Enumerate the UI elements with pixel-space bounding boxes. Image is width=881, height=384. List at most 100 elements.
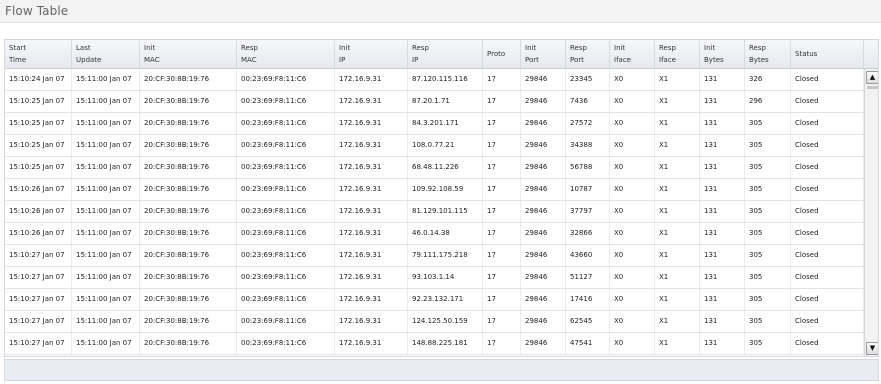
table-row[interactable]: 15:10:25 Jan 07 15:11:00 Jan 07 20:CF:30:8… bbox=[5, 113, 865, 135]
column-header-rbytes[interactable]: Resp Bytes bbox=[745, 40, 791, 69]
table-row[interactable]: 15:10:25 Jan 07 15:11:00 Jan 07 20:CF:30:8… bbox=[5, 91, 865, 113]
cell-iip: 172.16.9.31 bbox=[335, 289, 408, 310]
column-header-label: Iface bbox=[659, 56, 676, 64]
cell-iport: 29846 bbox=[521, 179, 566, 200]
cell-rport: 17416 bbox=[566, 289, 610, 310]
cell-rbytes: 305 bbox=[745, 223, 791, 244]
column-header-label: Bytes bbox=[704, 56, 724, 64]
table-row[interactable]: 15:10:26 Jan 07 15:11:00 Jan 07 20:CF:30:8… bbox=[5, 179, 865, 201]
cell-iip: 172.16.9.31 bbox=[335, 179, 408, 200]
table-row[interactable]: 15:10:27 Jan 07 15:11:00 Jan 07 20:CF:30:8… bbox=[5, 267, 865, 289]
table-row[interactable]: 15:10:27 Jan 07 15:11:00 Jan 07 20:CF:30:8… bbox=[5, 289, 865, 311]
cell-status: Closed bbox=[791, 201, 864, 222]
cell-iport: 29846 bbox=[521, 267, 566, 288]
cell-riface: X1 bbox=[655, 245, 700, 266]
cell-start: 15:10:25 Jan 07 bbox=[5, 113, 72, 134]
cell-ibytes: 131 bbox=[700, 267, 745, 288]
cell-iport: 29846 bbox=[521, 91, 566, 112]
cell-rip: 109.92.108.59 bbox=[408, 179, 483, 200]
cell-last: 15:11:00 Jan 07 bbox=[72, 113, 140, 134]
cell-rbytes: 326 bbox=[745, 69, 791, 90]
column-header-rmac[interactable]: Resp MAC bbox=[237, 40, 335, 69]
cell-rport: 47541 bbox=[566, 333, 610, 354]
cell-last: 15:11:00 Jan 07 bbox=[72, 289, 140, 310]
cell-start: 15:10:26 Jan 07 bbox=[5, 179, 72, 200]
table-row[interactable]: 15:10:27 Jan 07 15:11:00 Jan 07 20:CF:30:8… bbox=[5, 311, 865, 333]
cell-iiface: X0 bbox=[610, 267, 655, 288]
column-header-label: Init bbox=[339, 44, 351, 52]
scroll-down-icon[interactable]: ▼ bbox=[866, 342, 878, 355]
table-header: Start Time Last Update Init MAC Resp MAC Init IP R… bbox=[5, 40, 878, 69]
cell-iport: 29846 bbox=[521, 69, 566, 90]
cell-status: Closed bbox=[791, 179, 864, 200]
table-row[interactable]: 15:10:26 Jan 07 15:11:00 Jan 07 20:CF:30:8… bbox=[5, 201, 865, 223]
cell-iport: 29846 bbox=[521, 157, 566, 178]
cell-start: 15:10:27 Jan 07 bbox=[5, 245, 72, 266]
cell-riface: X1 bbox=[655, 69, 700, 90]
column-header-proto[interactable]: Proto bbox=[483, 40, 521, 69]
cell-imac: 20:CF:30:8B:19:76 bbox=[140, 179, 237, 200]
cell-last: 15:11:00 Jan 07 bbox=[72, 267, 140, 288]
cell-iport: 29846 bbox=[521, 245, 566, 266]
cell-iip: 172.16.9.31 bbox=[335, 113, 408, 134]
cell-status: Closed bbox=[791, 223, 864, 244]
column-header-label: Start bbox=[9, 44, 27, 52]
column-header-label: Init bbox=[144, 44, 156, 52]
cell-rbytes: 296 bbox=[745, 91, 791, 112]
column-header-label: MAC bbox=[144, 56, 160, 64]
cell-iiface: X0 bbox=[610, 333, 655, 354]
table-row[interactable]: 15:10:27 Jan 07 15:11:00 Jan 07 20:CF:30:8… bbox=[5, 333, 865, 355]
cell-rbytes: 305 bbox=[745, 245, 791, 266]
column-header-iip[interactable]: Init IP bbox=[335, 40, 408, 69]
scrollbar-thumb[interactable] bbox=[867, 86, 878, 89]
column-header-ibytes[interactable]: Init Bytes bbox=[700, 40, 745, 69]
cell-ibytes: 131 bbox=[700, 223, 745, 244]
table-row[interactable]: 15:10:25 Jan 07 15:11:00 Jan 07 20:CF:30:8… bbox=[5, 135, 865, 157]
cell-imac: 20:CF:30:8B:19:76 bbox=[140, 91, 237, 112]
cell-iport: 29846 bbox=[521, 311, 566, 332]
cell-imac: 20:CF:30:8B:19:76 bbox=[140, 245, 237, 266]
table-row[interactable]: 15:10:24 Jan 07 15:11:00 Jan 07 20:CF:30:8… bbox=[5, 69, 865, 91]
cell-rmac: 00:23:69:F8:11:C6 bbox=[237, 267, 335, 288]
scroll-up-icon[interactable]: ▲ bbox=[866, 71, 878, 84]
cell-iip: 172.16.9.31 bbox=[335, 245, 408, 266]
cell-riface: X1 bbox=[655, 289, 700, 310]
cell-ibytes: 131 bbox=[700, 289, 745, 310]
cell-iiface: X0 bbox=[610, 223, 655, 244]
cell-rmac: 00:23:69:F8:11:C6 bbox=[237, 179, 335, 200]
cell-rip: 46.0.14.38 bbox=[408, 223, 483, 244]
column-header-status[interactable]: Status bbox=[791, 40, 864, 69]
cell-rip: 92.23.132.171 bbox=[408, 289, 483, 310]
vertical-scrollbar[interactable]: ▲ ▼ bbox=[864, 69, 878, 356]
cell-start: 15:10:26 Jan 07 bbox=[5, 201, 72, 222]
cell-start: 15:10:24 Jan 07 bbox=[5, 69, 72, 90]
table-row[interactable]: 15:10:27 Jan 07 15:11:00 Jan 07 20:CF:30:8… bbox=[5, 245, 865, 267]
cell-rip: 68.48.11.226 bbox=[408, 157, 483, 178]
cell-ibytes: 131 bbox=[700, 201, 745, 222]
column-header-riface[interactable]: Resp Iface bbox=[655, 40, 700, 69]
column-header-rport[interactable]: Resp Port bbox=[566, 40, 610, 69]
table-row[interactable]: 15:10:25 Jan 07 15:11:00 Jan 07 20:CF:30:8… bbox=[5, 157, 865, 179]
column-header-rip[interactable]: Resp IP bbox=[408, 40, 483, 69]
page-title: Flow Table bbox=[5, 4, 69, 18]
cell-imac: 20:CF:30:8B:19:76 bbox=[140, 69, 237, 90]
column-header-label: Resp bbox=[570, 44, 587, 52]
column-header-start[interactable]: Start Time bbox=[5, 40, 72, 69]
column-header-iport[interactable]: Init Port bbox=[521, 40, 566, 69]
cell-rport: 7436 bbox=[566, 91, 610, 112]
table-row[interactable]: 15:10:26 Jan 07 15:11:00 Jan 07 20:CF:30:8… bbox=[5, 223, 865, 245]
column-header-iiface[interactable]: Init Iface bbox=[610, 40, 655, 69]
cell-proto: 17 bbox=[483, 201, 521, 222]
column-header-label: Resp bbox=[749, 44, 766, 52]
column-header-label: Status bbox=[795, 50, 818, 58]
cell-rport: 62545 bbox=[566, 311, 610, 332]
column-header-imac[interactable]: Init MAC bbox=[140, 40, 237, 69]
column-header-label: Bytes bbox=[749, 56, 769, 64]
cell-rmac: 00:23:69:F8:11:C6 bbox=[237, 157, 335, 178]
column-header-label: IP bbox=[339, 56, 346, 64]
cell-rport: 34388 bbox=[566, 135, 610, 156]
column-header-label: Init bbox=[525, 44, 537, 52]
table-body: 15:10:24 Jan 07 15:11:00 Jan 07 20:CF:30:8… bbox=[5, 69, 865, 356]
cell-status: Closed bbox=[791, 157, 864, 178]
column-header-last[interactable]: Last Update bbox=[72, 40, 140, 69]
